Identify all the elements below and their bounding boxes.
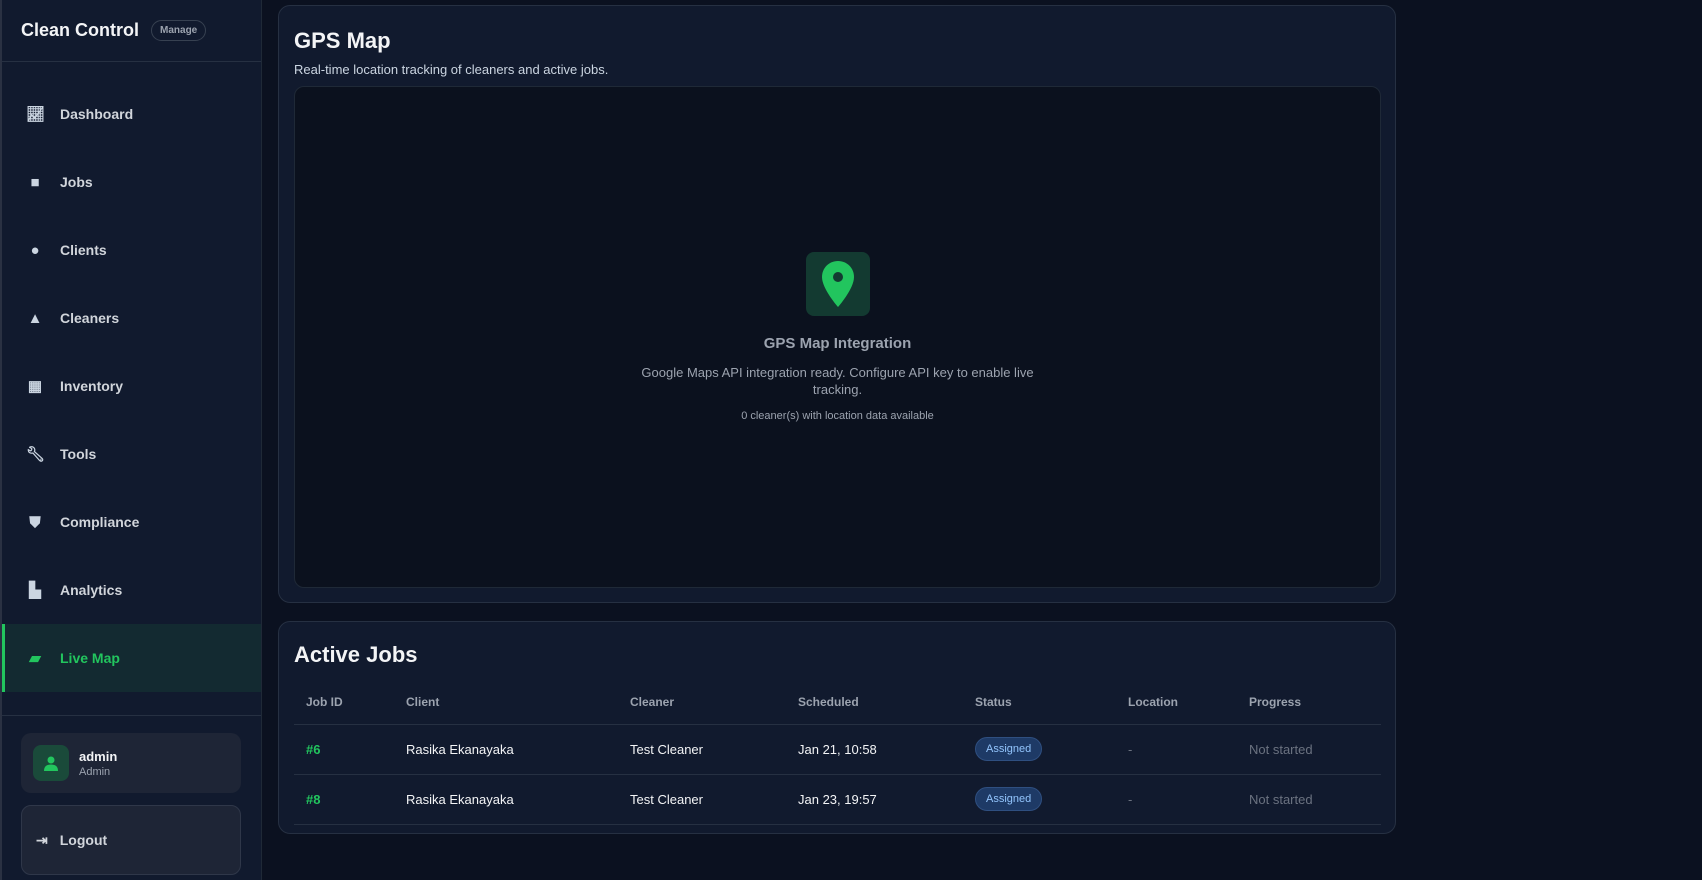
- client: Rasika Ekanayaka: [394, 774, 618, 825]
- brand: Clean Control Manage: [2, 0, 261, 62]
- sidebar-nav: 📈︎ Dashboard ■ Jobs ● Clients ▲ Cleaners ▦ In…: [2, 80, 261, 692]
- user-tie-icon: ▲: [27, 309, 43, 327]
- page-title: GPS Map: [294, 28, 391, 53]
- sidebar-item-compliance[interactable]: ⛊ Compliance: [2, 488, 261, 556]
- gps-map-card: GPS Map Real-time location tracking of c…: [278, 5, 1396, 603]
- progress: Not started: [1237, 724, 1381, 775]
- column-header: Client: [394, 680, 618, 725]
- active-jobs-table: Job ID Client Cleaner Scheduled Status L…: [294, 680, 1381, 825]
- sidebar-item-label: Analytics: [60, 582, 123, 598]
- sidebar-footer: admin Admin ⇥ Logout: [2, 715, 261, 875]
- briefcase-icon: ■: [30, 173, 40, 191]
- map-icon: ▰: [29, 650, 41, 667]
- sidebar-item-jobs[interactable]: ■ Jobs: [2, 148, 261, 216]
- cleaner: Test Cleaner: [618, 724, 786, 775]
- users-icon: ●: [30, 241, 40, 259]
- boxes-icon: ▦: [27, 378, 43, 395]
- sidebar-item-label: Compliance: [60, 514, 140, 530]
- logout-icon: ⇥: [36, 831, 48, 848]
- status-cell: Assigned: [963, 774, 1116, 825]
- status-badge: Assigned: [975, 737, 1043, 761]
- sidebar-item-inventory[interactable]: ▦ Inventory: [2, 352, 261, 420]
- scheduled: Jan 21, 10:58: [786, 724, 963, 775]
- column-header: Job ID: [294, 680, 394, 725]
- column-header: Progress: [1237, 680, 1381, 725]
- table-row[interactable]: #8 Rasika Ekanayaka Test Cleaner Jan 23,…: [294, 774, 1381, 825]
- sidebar-item-tools[interactable]: 🔧︎ Tools: [2, 420, 261, 488]
- logout-label: Logout: [59, 832, 108, 848]
- client: Rasika Ekanayaka: [394, 724, 618, 775]
- map-placeholder-title: GPS Map Integration: [763, 335, 912, 352]
- user-card: admin Admin: [21, 733, 241, 793]
- status-cell: Assigned: [963, 724, 1116, 775]
- sidebar-item-label: Cleaners: [60, 310, 120, 326]
- map-placeholder-text: Google Maps API integration ready. Confi…: [641, 365, 1034, 397]
- sidebar-item-label: Inventory: [60, 378, 124, 394]
- column-header: Scheduled: [786, 680, 963, 725]
- sidebar-item-clients[interactable]: ● Clients: [2, 216, 261, 284]
- cleaner-location-count: 0 cleaner(s) with location data availabl…: [741, 410, 934, 422]
- map-pin-icon: [805, 252, 870, 316]
- user-role: Admin: [79, 765, 111, 778]
- sidebar: Clean Control Manage 📈︎ Dashboard ■ Jobs ●…: [0, 0, 262, 880]
- shield-icon: ⛊: [29, 513, 41, 531]
- sidebar-item-label: Jobs: [60, 174, 93, 190]
- brand-title: Clean Control: [21, 20, 140, 40]
- chart-line-icon: 📈︎: [26, 106, 46, 123]
- job-id[interactable]: #8: [294, 774, 394, 825]
- logout-button[interactable]: ⇥ Logout: [21, 805, 241, 875]
- sidebar-item-label: Dashboard: [60, 106, 134, 122]
- progress: Not started: [1237, 774, 1381, 825]
- sidebar-item-cleaners[interactable]: ▲ Cleaners: [2, 284, 261, 352]
- page-subtitle: Real-time location tracking of cleaners …: [294, 62, 609, 77]
- location: -: [1116, 724, 1237, 775]
- sidebar-item-dashboard[interactable]: 📈︎ Dashboard: [2, 80, 261, 148]
- location: -: [1116, 774, 1237, 825]
- column-header: Cleaner: [618, 680, 786, 725]
- wrench-icon: 🔧︎: [26, 446, 46, 463]
- column-header: Location: [1116, 680, 1237, 725]
- cleaner: Test Cleaner: [618, 774, 786, 825]
- job-id[interactable]: #6: [294, 724, 394, 775]
- status-badge: Assigned: [975, 787, 1043, 811]
- active-jobs-card: Active Jobs Job ID Client Cleaner Schedu…: [278, 621, 1396, 834]
- sidebar-item-label: Tools: [60, 446, 97, 462]
- sidebar-item-live-map[interactable]: ▰ Live Map: [2, 624, 261, 692]
- sidebar-item-analytics[interactable]: ▙ Analytics: [2, 556, 261, 624]
- avatar: [33, 745, 69, 781]
- section-title: Active Jobs: [294, 642, 418, 667]
- column-header: Status: [963, 680, 1116, 725]
- table-row[interactable]: #6 Rasika Ekanayaka Test Cleaner Jan 21,…: [294, 724, 1381, 775]
- sidebar-item-label: Clients: [60, 242, 107, 258]
- brand-badge: Manage: [151, 20, 207, 41]
- user-icon: [44, 756, 58, 771]
- scheduled: Jan 23, 19:57: [786, 774, 963, 825]
- map-area[interactable]: GPS Map Integration Google Maps API inte…: [294, 86, 1381, 588]
- user-name: admin: [79, 748, 118, 764]
- bar-chart-icon: ▙: [29, 582, 41, 599]
- sidebar-item-label: Live Map: [60, 650, 120, 666]
